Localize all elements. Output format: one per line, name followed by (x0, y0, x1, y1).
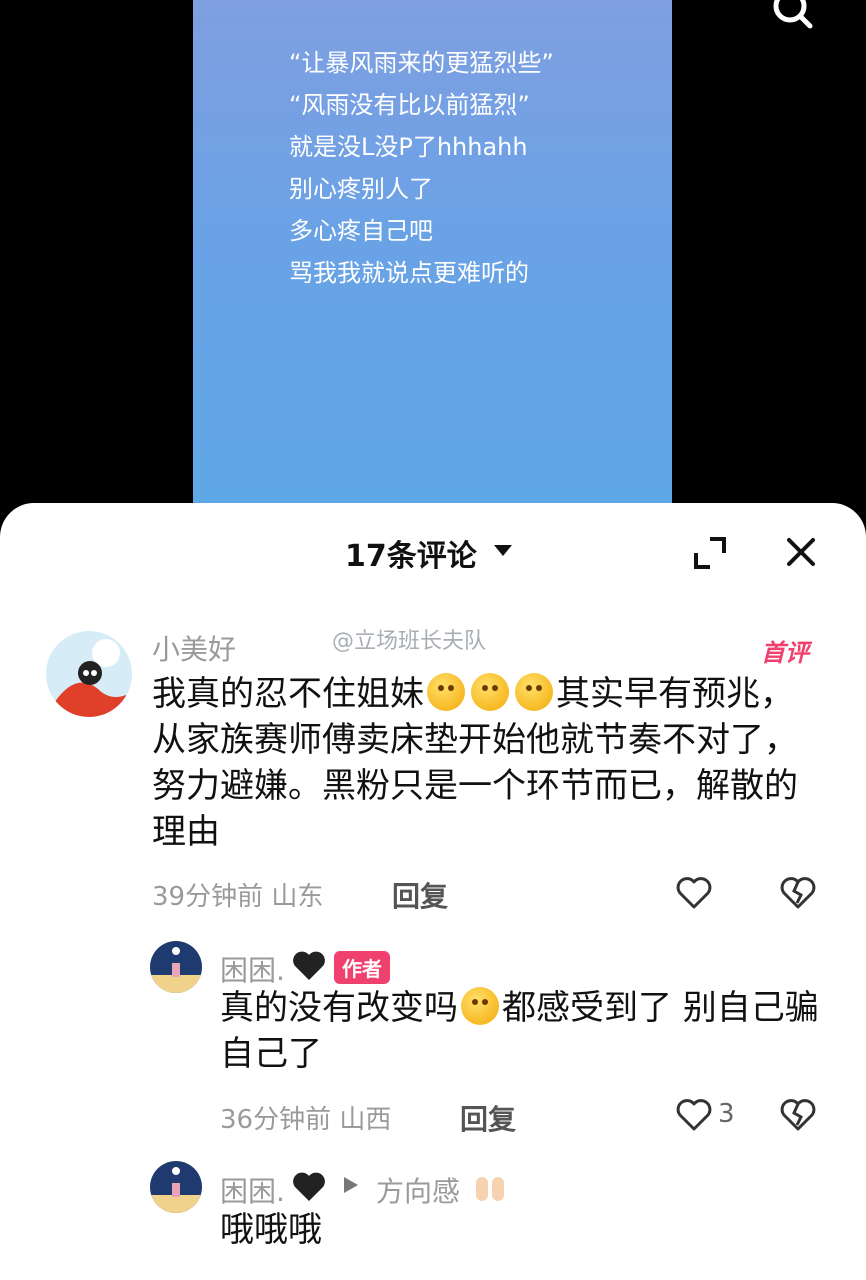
avatar[interactable] (150, 1161, 202, 1213)
video-player[interactable]: “让暴风雨来的更猛烈些” “风雨没有比以前猛烈” 就是没L没P了hhhahh 别… (193, 0, 672, 520)
comment-count-title[interactable]: 17条评论 (345, 531, 477, 575)
expand-icon[interactable] (692, 535, 728, 571)
lyric-line: “让暴风雨来的更猛烈些” (289, 49, 554, 77)
comments-panel: 17条评论 @立场班长夫队 小美好 首评 我真的忍不住姐妹 其实早有预兆，从家族赛… (0, 503, 866, 1280)
lyric-line: 别心疼别人了 (289, 175, 433, 203)
close-icon[interactable] (784, 535, 818, 569)
reply-text-part: 真的没有改变吗 (220, 988, 458, 1028)
reply-target-username[interactable]: 方向感 (376, 1170, 460, 1210)
comment-location: 山东 (271, 882, 324, 912)
reply-text: 真的没有改变吗 都感受到了 别自己骗自己了 (220, 985, 820, 1077)
reply-location: 山西 (339, 1105, 392, 1135)
video-lyrics: “让暴风雨来的更猛烈些” “风雨没有比以前猛烈” 就是没L没P了hhhahh 别… (289, 42, 554, 294)
comment-text-part: 我真的忍不住姐妹 (152, 674, 424, 714)
hug-emoji-icon (471, 673, 509, 711)
reply-username[interactable]: 困困. (220, 1170, 285, 1210)
avatar[interactable] (46, 631, 132, 717)
avatar[interactable] (150, 941, 202, 993)
lyric-line: “风雨没有比以前猛烈” (289, 91, 530, 119)
pleading-emoji-icon (461, 987, 499, 1025)
caret-down-icon[interactable] (494, 545, 512, 556)
raised-hands-emoji-icon (476, 1177, 504, 1201)
reply-button[interactable]: 回复 (392, 875, 448, 915)
lyric-line: 骂我我就说点更难听的 (289, 259, 529, 287)
reply-meta: 36分钟前 山西 (220, 1099, 391, 1136)
hug-emoji-icon (427, 673, 465, 711)
comment-meta: 39分钟前 山东 (152, 876, 323, 913)
comment-text: 我真的忍不住姐妹 其实早有预兆，从家族赛师傅卖床垫开始他就节奏不对了，努力避嫌。黑… (152, 671, 822, 855)
black-heart-icon (293, 951, 325, 980)
hug-emoji-icon (515, 673, 553, 711)
dislike-broken-heart-icon[interactable] (778, 873, 818, 913)
reply-arrow-icon (344, 1177, 358, 1193)
comment-username[interactable]: 小美好 (152, 628, 236, 668)
like-heart-icon[interactable] (674, 873, 714, 913)
reply-username[interactable]: 困困. (220, 949, 285, 989)
dislike-broken-heart-icon[interactable] (778, 1095, 818, 1135)
first-comment-badge: 首评 (757, 631, 819, 667)
first-comment-label: 首评 (761, 639, 809, 667)
lyric-line: 多心疼自己吧 (289, 217, 433, 245)
author-badge: 作者 (334, 951, 390, 984)
lyric-line: 就是没L没P了hhhahh (289, 133, 528, 161)
search-icon[interactable] (770, 0, 814, 30)
black-heart-icon (293, 1172, 325, 1201)
comments-header: 17条评论 (0, 503, 866, 599)
like-heart-icon[interactable] (674, 1095, 714, 1135)
watermark: @立场班长夫队 (332, 629, 487, 654)
like-count: 3 (718, 1099, 735, 1129)
reply-time: 36分钟前 (220, 1105, 332, 1135)
reply-button[interactable]: 回复 (460, 1098, 516, 1138)
reply-text: 哦哦哦 (220, 1210, 322, 1250)
comment-time: 39分钟前 (152, 882, 264, 912)
